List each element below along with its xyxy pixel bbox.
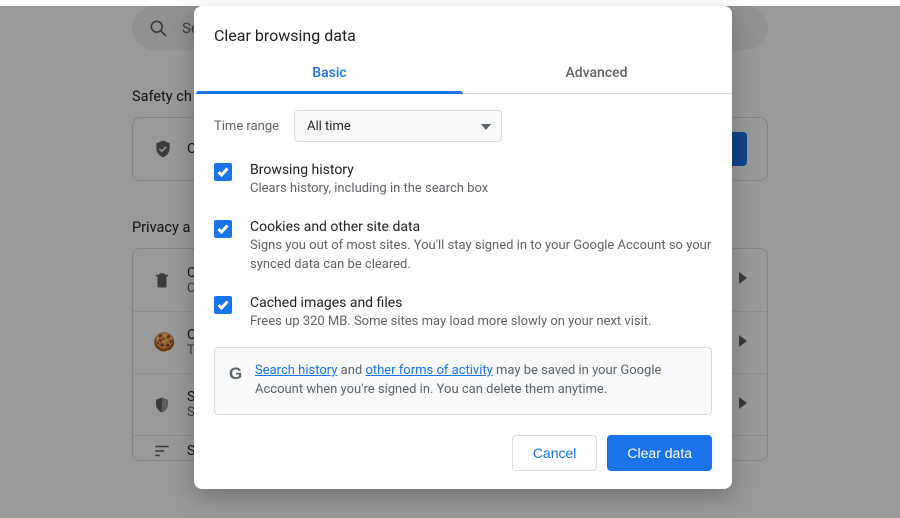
checkbox-browsing-history[interactable] <box>214 163 232 181</box>
google-account-notice: G Search history and other forms of acti… <box>214 347 712 415</box>
option-title: Cookies and other site data <box>250 219 712 235</box>
option-cookies: Cookies and other site data Signs you ou… <box>214 207 712 283</box>
option-sub: Clears history, including in the search … <box>250 180 488 199</box>
checkbox-cached[interactable] <box>214 296 232 314</box>
option-title: Browsing history <box>250 162 488 178</box>
dialog-title: Clear browsing data <box>194 6 732 53</box>
tab-advanced[interactable]: Advanced <box>463 53 730 93</box>
notice-text: Search history and other forms of activi… <box>255 362 697 400</box>
dialog-tabs: Basic Advanced <box>194 53 732 94</box>
time-range-select[interactable]: All time <box>294 110 502 142</box>
time-range-value: All time <box>307 119 351 134</box>
option-browsing-history: Browsing history Clears history, includi… <box>214 150 712 207</box>
checkbox-cookies[interactable] <box>214 220 232 238</box>
caret-down-icon <box>481 119 491 134</box>
link-other-activity[interactable]: other forms of activity <box>365 363 492 378</box>
option-sub: Signs you out of most sites. You'll stay… <box>250 237 712 275</box>
option-sub: Frees up 320 MB. Some sites may load mor… <box>250 313 651 332</box>
google-icon: G <box>229 362 255 400</box>
clear-browsing-data-dialog: Clear browsing data Basic Advanced Time … <box>194 6 732 489</box>
clear-data-button[interactable]: Clear data <box>607 435 712 471</box>
option-cached: Cached images and files Frees up 320 MB.… <box>214 283 712 340</box>
tab-basic[interactable]: Basic <box>196 53 463 93</box>
link-search-history[interactable]: Search history <box>255 363 337 378</box>
time-range-label: Time range <box>214 119 294 134</box>
option-title: Cached images and files <box>250 295 651 311</box>
cancel-button[interactable]: Cancel <box>512 435 598 471</box>
